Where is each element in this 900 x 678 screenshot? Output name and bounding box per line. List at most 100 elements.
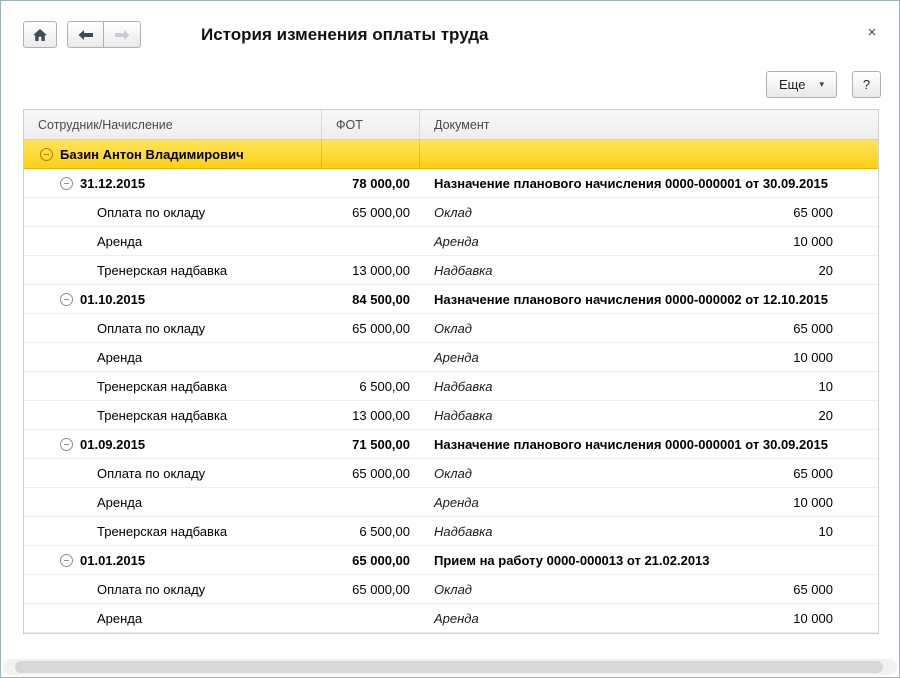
nav-buttons (67, 21, 141, 48)
accrual-row[interactable]: Аренда Аренда 10 000 (24, 604, 878, 633)
fot-cell (322, 604, 420, 632)
indicator-label: Надбавка (434, 407, 493, 423)
period-date: 01.09.2015 (80, 436, 146, 452)
fot-cell (322, 227, 420, 255)
employee-name-cell: Базин Антон Владимирович (24, 140, 322, 168)
accrual-row[interactable]: Оплата по окладу 65 000,00 Оклад 65 000 (24, 575, 878, 604)
employee-name: Базин Антон Владимирович (60, 146, 244, 162)
accrual-name-cell: Аренда (97, 349, 143, 365)
accrual-name-cell: Тренерская надбавка (97, 262, 228, 278)
accrual-row[interactable]: Тренерская надбавка 13 000,00 Надбавка 20 (24, 256, 878, 285)
document-cell: Прием на работу 0000-000013 от 21.02.201… (434, 552, 710, 568)
fot-cell: 65 000,00 (352, 552, 410, 568)
forward-arrow-icon (113, 29, 131, 41)
document-cell (420, 140, 878, 168)
accrual-name-cell: Аренда (97, 610, 143, 626)
indicator-label: Аренда (434, 494, 479, 510)
indicator-label: Оклад (434, 320, 472, 336)
document-cell: Назначение планового начисления 0000-000… (434, 436, 828, 452)
indicator-label: Аренда (434, 610, 479, 626)
employee-row[interactable]: Базин Антон Владимирович (24, 140, 878, 169)
indicator-value: 10 000 (793, 610, 833, 626)
help-button[interactable]: ? (852, 71, 881, 98)
column-header-fot[interactable]: ФОТ (322, 110, 420, 139)
collapse-toggle-icon[interactable] (60, 437, 73, 451)
accrual-row[interactable]: Оплата по окладу 65 000,00 Оклад 65 000 (24, 459, 878, 488)
document-cell: Надбавка 20 (420, 256, 878, 284)
document-cell: Оклад 65 000 (420, 198, 878, 226)
horizontal-scrollbar[interactable] (3, 659, 897, 675)
indicator-value: 20 (818, 407, 833, 423)
accrual-row[interactable]: Аренда Аренда 10 000 (24, 488, 878, 517)
accrual-row[interactable]: Тренерская надбавка 6 500,00 Надбавка 10 (24, 517, 878, 546)
accrual-name-cell: Аренда (97, 233, 143, 249)
indicator-value: 65 000 (793, 465, 833, 481)
indicator-label: Оклад (434, 204, 472, 220)
indicator-label: Надбавка (434, 378, 493, 394)
fot-cell: 84 500,00 (352, 291, 410, 307)
fot-cell: 65 000,00 (352, 204, 410, 220)
period-date: 01.01.2015 (80, 552, 146, 568)
indicator-label: Оклад (434, 465, 472, 481)
accrual-name-cell: Оплата по окладу (97, 320, 206, 336)
accrual-row[interactable]: Аренда Аренда 10 000 (24, 227, 878, 256)
period-date-cell: 01.01.2015 (24, 546, 322, 574)
fot-cell: 6 500,00 (359, 523, 410, 539)
period-row[interactable]: 31.12.2015 78 000,00 Назначение планового … (24, 169, 878, 198)
period-date-cell: 01.09.2015 (24, 430, 322, 458)
accrual-name-cell: Аренда (97, 494, 143, 510)
column-header-employee[interactable]: Сотрудник/Начисление (24, 110, 322, 139)
close-button[interactable]: × (861, 21, 883, 43)
collapse-toggle-icon[interactable] (60, 176, 73, 190)
fot-cell: 71 500,00 (352, 436, 410, 452)
more-button[interactable]: Еще ▾ (766, 71, 837, 98)
home-icon (32, 28, 48, 42)
period-date-cell: 01.10.2015 (24, 285, 322, 313)
document-cell: Назначение планового начисления 0000-000… (434, 175, 828, 191)
accrual-row[interactable]: Оплата по окладу 65 000,00 Оклад 65 000 (24, 198, 878, 227)
home-button[interactable] (23, 21, 57, 48)
accrual-row[interactable]: Тренерская надбавка 13 000,00 Надбавка 20 (24, 401, 878, 430)
document-cell: Оклад 65 000 (420, 459, 878, 487)
collapse-toggle-icon[interactable] (60, 292, 73, 306)
indicator-value: 65 000 (793, 204, 833, 220)
accrual-name-cell: Тренерская надбавка (97, 523, 228, 539)
indicator-value: 65 000 (793, 581, 833, 597)
document-cell: Оклад 65 000 (420, 314, 878, 342)
back-arrow-icon (77, 29, 95, 41)
fot-cell (322, 488, 420, 516)
indicator-label: Аренда (434, 233, 479, 249)
period-date: 01.10.2015 (80, 291, 146, 307)
hscroll-thumb[interactable] (15, 661, 883, 673)
indicator-label: Надбавка (434, 523, 493, 539)
chevron-down-icon: ▾ (819, 79, 824, 89)
period-row[interactable]: 01.10.2015 84 500,00 Назначение планового … (24, 285, 878, 314)
accrual-row[interactable]: Аренда Аренда 10 000 (24, 343, 878, 372)
indicator-value: 65 000 (793, 320, 833, 336)
forward-button[interactable] (104, 21, 141, 48)
accrual-name-cell: Оплата по окладу (97, 465, 206, 481)
fot-cell: 78 000,00 (352, 175, 410, 191)
document-cell: Аренда 10 000 (420, 343, 878, 371)
period-row[interactable]: 01.01.2015 65 000,00 Прием на работу 0000-… (24, 546, 878, 575)
period-row[interactable]: 01.09.2015 71 500,00 Назначение планового … (24, 430, 878, 459)
indicator-label: Надбавка (434, 262, 493, 278)
history-window: История изменения оплаты труда × Еще ▾ ?… (0, 0, 900, 678)
fot-cell: 65 000,00 (352, 320, 410, 336)
document-cell: Аренда 10 000 (420, 488, 878, 516)
collapse-toggle-icon[interactable] (60, 553, 73, 567)
indicator-value: 10 (818, 523, 833, 539)
accrual-name-cell: Тренерская надбавка (97, 407, 228, 423)
accrual-row[interactable]: Тренерская надбавка 6 500,00 Надбавка 10 (24, 372, 878, 401)
fot-cell: 13 000,00 (352, 262, 410, 278)
back-button[interactable] (67, 21, 104, 48)
accrual-name-cell: Тренерская надбавка (97, 378, 228, 394)
indicator-label: Оклад (434, 581, 472, 597)
document-cell: Надбавка 10 (420, 372, 878, 400)
accrual-row[interactable]: Оплата по окладу 65 000,00 Оклад 65 000 (24, 314, 878, 343)
document-cell: Назначение планового начисления 0000-000… (434, 291, 828, 307)
document-cell: Надбавка 10 (420, 517, 878, 545)
accrual-name-cell: Оплата по окладу (97, 204, 206, 220)
column-header-document[interactable]: Документ (420, 110, 878, 139)
collapse-toggle-icon[interactable] (40, 147, 53, 161)
